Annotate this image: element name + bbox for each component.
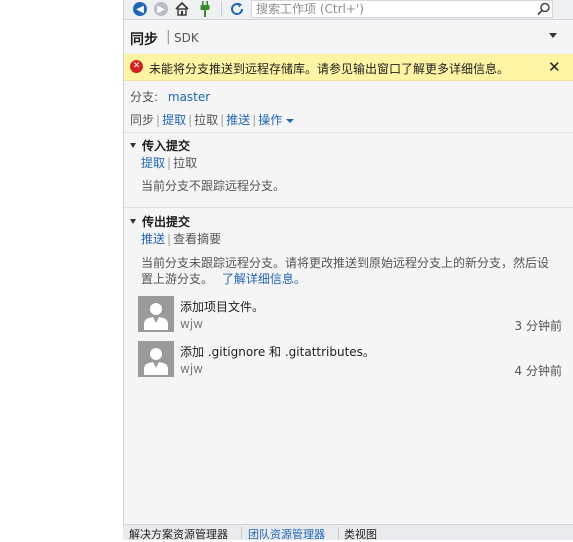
tab-separator: [338, 527, 339, 539]
incoming-fetch-link[interactable]: 提取: [141, 156, 165, 170]
page-menu-dropdown-icon[interactable]: [549, 33, 557, 38]
sync-actions-row: 同步 | 提取 | 拉取 | 推送 | 操作: [130, 111, 295, 128]
section-divider: [124, 207, 573, 208]
outgoing-commits-title: 传出提交: [142, 215, 191, 229]
home-icon[interactable]: [174, 1, 190, 17]
collapse-triangle-icon[interactable]: [130, 219, 136, 224]
sync-action[interactable]: 同步: [130, 113, 154, 127]
pull-action[interactable]: 拉取: [194, 113, 218, 127]
refresh-icon[interactable]: [229, 1, 245, 17]
page-title: 同步: [130, 32, 158, 48]
commit-list-item[interactable]: 添加项目文件。 wjw 3 分钟前: [138, 296, 562, 334]
tool-window-tabs: 解决方案资源管理器 团队资源管理器 类视图: [123, 524, 573, 541]
push-link[interactable]: 推送: [226, 113, 250, 127]
connect-plug-icon[interactable]: [197, 0, 213, 18]
branch-row: 分支: master: [130, 88, 210, 105]
tab-separator: [241, 527, 242, 539]
outgoing-push-link[interactable]: 推送: [141, 232, 165, 246]
close-notification-button[interactable]: ✕: [548, 58, 561, 76]
operations-chevron-down-icon[interactable]: [286, 118, 295, 123]
user-avatar-icon: [138, 296, 174, 332]
incoming-actions-row: 提取 | 拉取: [141, 156, 198, 170]
branch-label: 分支:: [130, 90, 159, 104]
commit-message: 添加 .gitignore 和 .gitattributes。: [180, 345, 375, 359]
outgoing-actions-row: 推送 | 查看摘要: [141, 232, 222, 246]
outgoing-status-message-line2-text: 置上游分支。: [141, 272, 214, 286]
commit-list-item[interactable]: 添加 .gitignore 和 .gitattributes。 wjw 4 分钟…: [138, 341, 562, 379]
error-notification-bar: ✕ 未能将分支推送到远程存储库。请参见输出窗口了解更多详细信息。 ✕: [124, 54, 573, 81]
user-avatar-icon: [138, 341, 174, 377]
commit-time: 4 分钟前: [514, 364, 562, 378]
search-work-items-input[interactable]: 搜索工作项 (Ctrl+'): [251, 0, 553, 18]
commit-message: 添加项目文件。: [180, 300, 265, 314]
outgoing-status-message-line2: 置上游分支。 了解详细信息。: [141, 270, 306, 287]
collapse-triangle-icon[interactable]: [130, 143, 136, 148]
fetch-link[interactable]: 提取: [162, 113, 186, 127]
toolbar-separator: [221, 2, 222, 17]
title-separator: |: [166, 29, 171, 45]
view-summary-action[interactable]: 查看摘要: [173, 232, 221, 246]
forward-arrow-icon[interactable]: ▶: [154, 2, 168, 16]
outgoing-status-message-line1: 当前分支未跟踪远程分支。请将更改推送到原始远程分支上的新分支，然后设: [141, 256, 550, 270]
commit-time: 3 分钟前: [514, 319, 562, 333]
error-message: 未能将分支推送到远程存储库。请参见输出窗口了解更多详细信息。: [149, 62, 510, 76]
outgoing-commits-header[interactable]: 传出提交: [130, 213, 190, 230]
incoming-commits-title: 传入提交: [142, 139, 191, 153]
team-explorer-panel: ◀ ▶ 搜索工作项 (Ctrl+') 同步 | SDK ✕ 未能将分支推送到远程…: [123, 0, 573, 524]
operations-menu[interactable]: 操作: [258, 113, 282, 127]
search-icon[interactable]: [536, 1, 552, 17]
incoming-status-message: 当前分支不跟踪远程分支。: [141, 179, 286, 193]
search-placeholder: 搜索工作项 (Ctrl+'): [256, 2, 364, 16]
branch-name-link[interactable]: master: [168, 90, 210, 104]
repository-name: SDK: [174, 31, 199, 45]
incoming-commits-header[interactable]: 传入提交: [130, 137, 190, 154]
section-divider: [124, 132, 573, 133]
error-icon: ✕: [130, 60, 143, 73]
commit-author: wjw: [180, 362, 203, 376]
learn-more-link[interactable]: 了解详细信息。: [222, 272, 306, 286]
team-explorer-toolbar: ◀ ▶ 搜索工作项 (Ctrl+'): [124, 0, 573, 20]
back-arrow-icon[interactable]: ◀: [133, 2, 147, 16]
left-empty-area: [0, 0, 123, 540]
incoming-pull-action[interactable]: 拉取: [173, 156, 197, 170]
commit-author: wjw: [180, 317, 203, 331]
page-header: 同步 | SDK: [124, 20, 573, 54]
